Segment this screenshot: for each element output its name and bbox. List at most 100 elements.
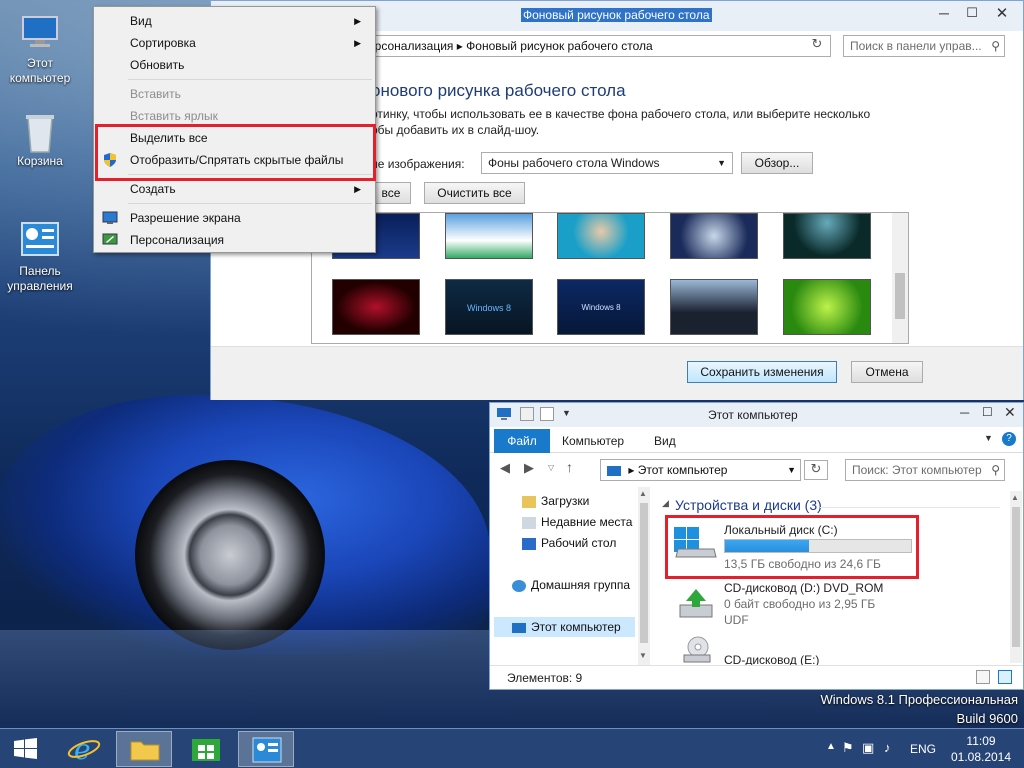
back-icon[interactable]: ◀ [500, 460, 510, 476]
help-icon[interactable]: ? [1002, 432, 1016, 446]
submenu-arrow-icon: ▶ [354, 184, 361, 194]
taskbar-store[interactable] [178, 731, 234, 767]
scroll-up-icon[interactable]: ▲ [1011, 493, 1019, 502]
wallpaper-thumbnail[interactable] [557, 213, 645, 259]
chevron-down-icon[interactable]: ▼ [787, 460, 796, 480]
tab-computer[interactable]: Компьютер [562, 429, 624, 453]
breadcrumb-item[interactable]: ерсонализация [368, 39, 453, 53]
browse-button[interactable]: Обзор... [741, 152, 813, 174]
clock-time: 11:09 [966, 734, 996, 748]
menu-item-personalization[interactable]: Персонализация [95, 229, 375, 251]
scrollbar-thumb[interactable] [1012, 507, 1020, 647]
breadcrumb-item[interactable]: Фоновый рисунок рабочего стола [466, 39, 653, 53]
control-panel-icon [20, 220, 60, 260]
collapse-icon[interactable]: ◢ [662, 498, 669, 509]
close-icon[interactable]: ✕ [1004, 404, 1016, 421]
details-view-icon[interactable] [976, 670, 990, 684]
taskbar-control-panel[interactable] [238, 731, 294, 767]
sidebar-item-recent[interactable]: Недавние места [522, 512, 632, 532]
taskbar-explorer[interactable] [116, 731, 172, 767]
highlight-box [95, 124, 376, 181]
scrollbar-thumb[interactable] [640, 503, 648, 643]
sidebar-item-downloads[interactable]: Загрузки [522, 491, 589, 511]
scrollbar-thumb[interactable] [895, 273, 905, 319]
search-input[interactable]: Поиск: Этот компьютер ⚲ [845, 459, 1005, 481]
taskbar-ie[interactable]: e [56, 731, 112, 767]
wallpaper-thumbnail[interactable] [783, 279, 871, 335]
wallpaper-thumbnail[interactable] [670, 213, 758, 259]
window-title-bar[interactable]: ▼ Этот компьютер ─ ☐ ✕ [490, 403, 1023, 427]
minimize-icon[interactable]: ─ [960, 405, 969, 420]
wallpaper-thumbnail[interactable]: Windows 8 [445, 279, 533, 335]
sidebar-item-this-pc[interactable]: Этот компьютер [494, 617, 635, 637]
window-footer: Сохранить изменения Отмена [211, 346, 1023, 400]
refresh-icon[interactable]: ↻ [804, 460, 828, 480]
menu-item-label: Обновить [130, 58, 185, 72]
tab-view[interactable]: Вид [654, 429, 676, 453]
status-bar: Элементов: 9 [490, 665, 1023, 689]
section-divider [820, 507, 1000, 508]
volume-icon[interactable]: ♪ [884, 740, 891, 755]
search-input[interactable]: Поиск в панели управ... ⚲ [843, 35, 1005, 57]
gallery-scrollbar[interactable] [892, 213, 908, 343]
menu-item-screen-resolution[interactable]: Разрешение экрана [95, 207, 375, 229]
content-scrollbar[interactable]: ▲ [1010, 491, 1022, 663]
language-indicator[interactable]: ENG [910, 742, 936, 756]
homegroup-icon [512, 579, 526, 592]
tiles-view-icon[interactable] [998, 670, 1012, 684]
section-title: Устройства и диски (3) [675, 497, 822, 513]
show-hidden-icons-icon[interactable]: ▲ [826, 741, 836, 752]
wallpaper-thumbnail[interactable] [783, 213, 871, 259]
maximize-icon[interactable]: ☐ [959, 5, 985, 25]
chevron-down-icon[interactable]: ▼ [562, 408, 571, 418]
dvd-drive-icon [678, 587, 714, 621]
forward-icon[interactable]: ▶ [524, 460, 534, 476]
save-changes-button[interactable]: Сохранить изменения [687, 361, 837, 383]
close-icon[interactable]: ✕ [987, 4, 1017, 24]
maximize-icon[interactable]: ☐ [982, 405, 993, 419]
chevron-down-icon[interactable]: ▼ [984, 433, 993, 443]
desktop-icon-this-pc[interactable]: Этот компьютер [0, 12, 80, 86]
nav-scrollbar[interactable]: ▲ ▼ [638, 487, 650, 665]
up-icon[interactable]: ↑ [566, 459, 573, 475]
window-title: Фоновый рисунок рабочего стола [521, 8, 712, 22]
address-bar[interactable]: ▸ Этот компьютер ▼ [600, 459, 801, 481]
desktop-icon-recycle-bin[interactable]: Корзина [0, 110, 80, 169]
scroll-down-icon[interactable]: ▼ [639, 651, 647, 660]
wallpaper-thumbnail[interactable] [445, 213, 533, 259]
wallpaper-thumbnail[interactable] [670, 279, 758, 335]
drive-item-e[interactable]: CD-дисковод (E:) [668, 633, 968, 667]
desktop-icon-label: управления [7, 279, 73, 293]
computer-icon [496, 407, 512, 421]
sidebar-item-homegroup[interactable]: Домашняя группа [512, 575, 630, 595]
drive-item-d[interactable]: CD-дисковод (D:) DVD_ROM 0 байт свободно… [668, 579, 968, 629]
address-text: Этот компьютер [637, 463, 728, 477]
properties-icon[interactable] [520, 407, 534, 421]
breadcrumb[interactable]: ерсонализация ▸ Фоновый рисунок рабочего… [361, 35, 831, 57]
select-all-button[interactable]: все [371, 182, 411, 204]
network-icon[interactable]: ▣ [862, 740, 874, 756]
start-button[interactable] [0, 731, 50, 767]
refresh-icon[interactable]: ↻ [805, 36, 829, 56]
action-center-icon[interactable]: ⚑ [842, 740, 854, 756]
cancel-button[interactable]: Отмена [851, 361, 923, 383]
desktop-icon-control-panel[interactable]: Панель управления [0, 220, 80, 294]
menu-item-view[interactable]: Вид ▶ [95, 10, 375, 32]
window-title: Этот компьютер [708, 408, 798, 422]
scroll-up-icon[interactable]: ▲ [639, 489, 647, 498]
computer-icon [20, 12, 60, 52]
wallpaper-thumbnail[interactable]: Windows 8 [557, 279, 645, 335]
minimize-icon[interactable]: ─ [931, 5, 957, 25]
recent-locations-icon[interactable]: ▽ [548, 463, 554, 472]
new-folder-icon[interactable] [540, 407, 554, 421]
clock[interactable]: 11:09 01.08.2014 [944, 733, 1018, 765]
desktop-icon-label: компьютер [9, 71, 71, 85]
tab-file[interactable]: Файл [494, 429, 550, 453]
menu-item-new[interactable]: Создать ▶ [95, 178, 375, 200]
sidebar-item-desktop[interactable]: Рабочий стол [522, 533, 616, 553]
location-select[interactable]: Фоны рабочего стола Windows ▼ [481, 152, 733, 174]
clear-all-button[interactable]: Очистить все [424, 182, 525, 204]
menu-item-refresh[interactable]: Обновить [95, 54, 375, 76]
wallpaper-thumbnail[interactable] [332, 279, 420, 335]
menu-item-sort[interactable]: Сортировка ▶ [95, 32, 375, 54]
